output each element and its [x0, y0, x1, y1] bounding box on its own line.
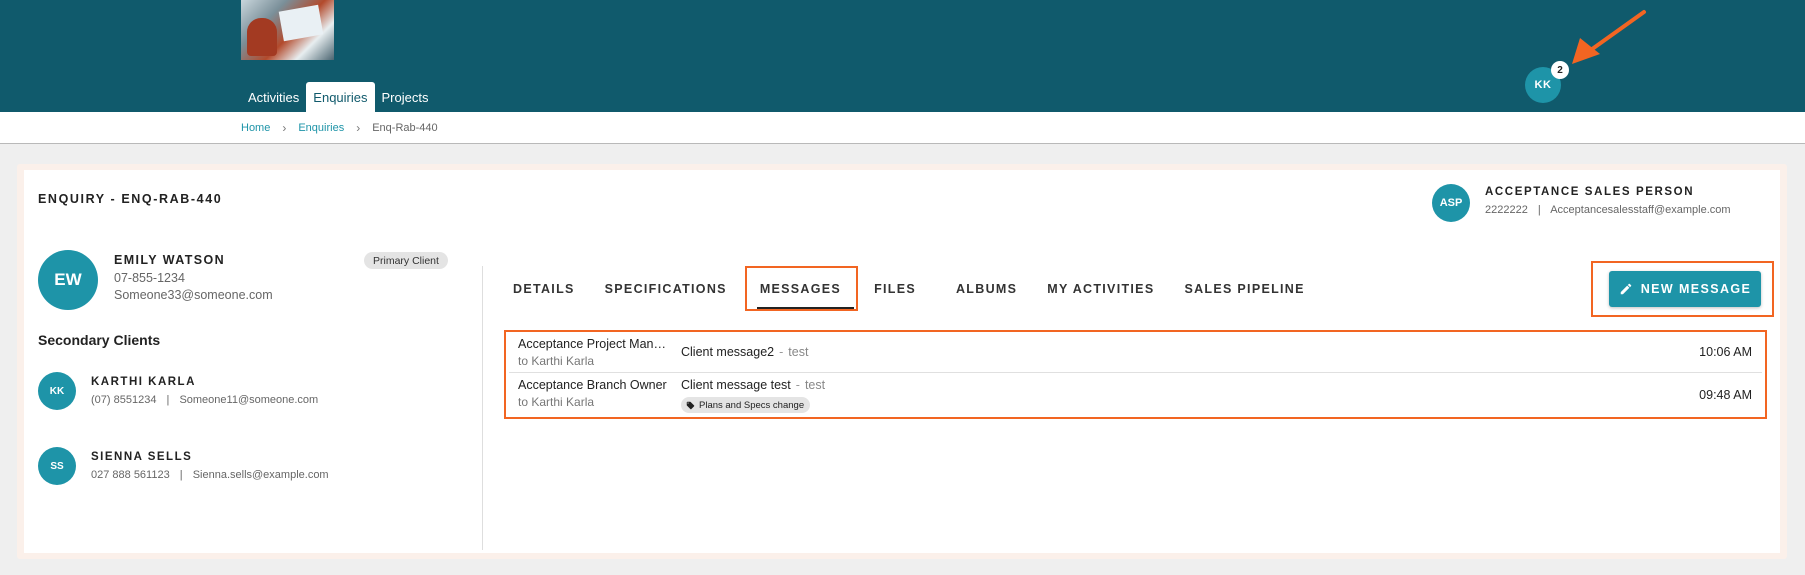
- secondary-client-avatar: SS: [38, 447, 76, 485]
- contact-separator: |: [1537, 204, 1541, 216]
- secondary-client-email: Someone11@someone.com: [179, 394, 319, 406]
- breadcrumb-enquiries[interactable]: Enquiries: [298, 122, 344, 134]
- primary-client-phone: 07-855-1234: [114, 271, 185, 285]
- sales-person-contact: 2222222 | Acceptancesalesstaff@example.c…: [1485, 204, 1731, 216]
- sales-person-avatar: ASP: [1432, 184, 1470, 222]
- secondary-client-email: Sienna.sells@example.com: [192, 469, 329, 481]
- tab-specifications[interactable]: SPECIFICATIONS: [590, 269, 742, 309]
- message-recipient: to Karthi Karla: [518, 395, 595, 409]
- message-subject: Client message test: [681, 378, 791, 392]
- message-time: 09:48 AM: [1699, 388, 1752, 402]
- tab-albums[interactable]: ALBUMS: [931, 269, 1032, 309]
- message-preview: test: [788, 345, 809, 359]
- logo-figure: [247, 18, 277, 56]
- tab-messages[interactable]: MESSAGES: [742, 269, 859, 309]
- message-tag[interactable]: Plans and Specs change: [681, 397, 811, 413]
- message-sender: Acceptance Branch Owner: [518, 378, 667, 392]
- sales-person-phone: 2222222: [1485, 204, 1528, 216]
- message-separator: -: [779, 345, 784, 359]
- secondary-client-name: KARTHI KARLA: [91, 376, 196, 388]
- contact-separator: |: [166, 394, 170, 406]
- message-summary: Client message2- test: [681, 345, 808, 359]
- tab-my-activities[interactable]: MY ACTIVITIES: [1032, 269, 1169, 309]
- nav-tab-activities[interactable]: Activities: [241, 82, 306, 112]
- message-tag-label: Plans and Specs change: [699, 399, 805, 411]
- sales-person-name: ACCEPTANCE SALES PERSON: [1485, 186, 1695, 198]
- new-message-button[interactable]: NEW MESSAGE: [1609, 271, 1761, 307]
- message-row[interactable]: Acceptance Branch Owner to Karthi Karla …: [509, 374, 1762, 417]
- secondary-clients-heading: Secondary Clients: [38, 332, 161, 348]
- secondary-client-contact: 027 888 561123 | Sienna.sells@example.co…: [91, 469, 329, 481]
- enquiry-tabs: DETAILS SPECIFICATIONS MESSAGES FILES AL…: [498, 269, 1320, 309]
- enquiry-card: ENQUIRY - ENQ-RAB-440 ASP ACCEPTANCE SAL…: [17, 164, 1787, 559]
- breadcrumb-separator: ›: [356, 121, 361, 135]
- breadcrumb-current: Enq-Rab-440: [372, 122, 438, 134]
- notification-badge[interactable]: 2: [1551, 61, 1569, 79]
- main-nav: Activities Enquiries Projects: [241, 82, 435, 112]
- secondary-client-avatar: KK: [38, 372, 76, 410]
- secondary-client-contact: (07) 8551234 | Someone11@someone.com: [91, 394, 318, 406]
- message-time: 10:06 AM: [1699, 345, 1752, 359]
- tab-files[interactable]: FILES: [859, 269, 931, 309]
- nav-tab-enquiries[interactable]: Enquiries: [306, 82, 375, 112]
- primary-client-name: EMILY WATSON: [114, 253, 226, 267]
- message-separator: -: [795, 378, 800, 392]
- logo-image[interactable]: [241, 0, 334, 60]
- annotation-arrow-icon: [1572, 10, 1646, 64]
- logo-paper: [278, 4, 324, 42]
- sales-person-email: Acceptancesalesstaff@example.com: [1550, 204, 1731, 216]
- breadcrumb-bar: Home › Enquiries › Enq-Rab-440: [0, 112, 1805, 144]
- primary-client-avatar: EW: [38, 250, 98, 310]
- message-recipient: to Karthi Karla: [518, 354, 595, 368]
- contact-separator: |: [179, 469, 183, 481]
- message-preview: test: [804, 378, 826, 392]
- new-message-label: NEW MESSAGE: [1640, 282, 1752, 296]
- app-header: Activities Enquiries Projects KK 2: [0, 0, 1805, 112]
- breadcrumb-home[interactable]: Home: [241, 122, 270, 134]
- breadcrumb-separator: ›: [282, 121, 287, 135]
- breadcrumb: Home › Enquiries › Enq-Rab-440: [241, 112, 438, 144]
- pencil-icon: [1620, 283, 1631, 295]
- secondary-client-phone: 027 888 561123: [91, 469, 170, 481]
- tag-icon: [686, 401, 695, 409]
- secondary-client-name: SIENNA SELLS: [91, 451, 193, 463]
- page-title: ENQUIRY - ENQ-RAB-440: [38, 192, 223, 206]
- primary-client-email: Someone33@someone.com: [114, 288, 273, 302]
- primary-client-chip: Primary Client: [364, 252, 448, 269]
- tab-sales-pipeline[interactable]: SALES PIPELINE: [1169, 269, 1319, 309]
- secondary-client-phone: (07) 8551234: [91, 394, 157, 406]
- tab-details[interactable]: DETAILS: [498, 269, 590, 309]
- message-summary: Client message test - test: [681, 378, 825, 392]
- message-subject: Client message2: [681, 345, 775, 359]
- message-sender: Acceptance Project Manager: [518, 337, 670, 351]
- nav-tab-projects[interactable]: Projects: [375, 82, 436, 112]
- column-divider: [482, 266, 483, 550]
- enquiry-card-body: ENQUIRY - ENQ-RAB-440 ASP ACCEPTANCE SAL…: [24, 170, 1780, 553]
- message-row[interactable]: Acceptance Project Manager to Karthi Kar…: [509, 333, 1762, 373]
